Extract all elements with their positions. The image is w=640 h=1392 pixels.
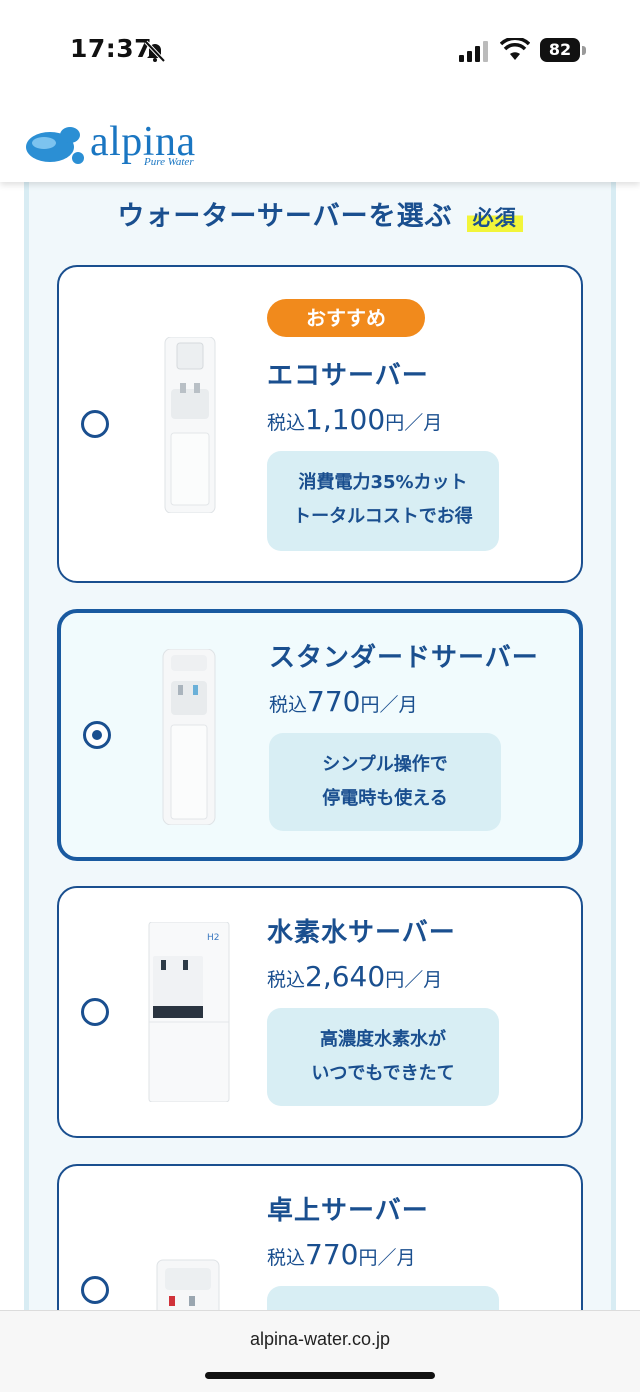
server-price: 税込2,640円／月 <box>267 960 442 993</box>
price-prefix: 税込 <box>267 969 306 991</box>
url-text[interactable]: alpina-water.co.jp <box>0 1329 640 1350</box>
server-price: 税込770円／月 <box>269 685 417 718</box>
feature-box: シンプル操作で 停電時も使える <box>269 733 501 831</box>
price-amount: 2,640 <box>305 960 386 993</box>
radio-selected-dot <box>92 730 102 740</box>
server-option-tabletop[interactable]: 卓上サーバー 税込770円／月 <box>57 1164 583 1312</box>
hydrogen-server-image: H2 <box>148 922 230 1102</box>
bell-off-icon <box>144 40 166 62</box>
feature-line: 停電時も使える <box>322 788 448 809</box>
svg-text:H2: H2 <box>207 933 220 943</box>
feature-box: 消費電力35%カット トータルコストでお得 <box>267 451 499 551</box>
price-suffix: 円／月 <box>358 1247 416 1269</box>
logo-subtitle: Pure Water <box>144 156 194 168</box>
feature-line: トータルコストでお得 <box>293 506 473 527</box>
feature-box <box>267 1286 499 1312</box>
wifi-icon <box>500 38 530 60</box>
signal-icon <box>459 41 488 62</box>
battery-level: 82 <box>548 40 572 59</box>
feature-line: 消費電力35%カット <box>298 472 468 493</box>
server-price: 税込770円／月 <box>267 1238 415 1271</box>
standard-server-image <box>162 649 216 825</box>
feature-line: いつでもできたて <box>311 1063 455 1084</box>
tabletop-server-image <box>156 1259 220 1312</box>
price-suffix: 円／月 <box>385 969 443 991</box>
server-price: 税込1,100円／月 <box>267 403 442 436</box>
eco-server-image <box>164 337 216 513</box>
server-name: 水素水サーバー <box>267 918 456 948</box>
server-name: スタンダードサーバー <box>269 643 539 673</box>
server-selection-panel: ウォーターサーバーを選ぶ 必須 おすすめ エコサーバー 税込1,100円／月 消費… <box>24 182 616 1312</box>
server-option-hydrogen[interactable]: H2 水素水サーバー 税込2,640円／月 高濃度水素水が いつでもできたて <box>57 886 583 1138</box>
price-prefix: 税込 <box>267 1247 306 1269</box>
recommended-badge: おすすめ <box>267 299 425 337</box>
battery-icon: 82 <box>540 38 588 64</box>
status-bar: 17:37 82 <box>0 0 640 100</box>
price-amount: 770 <box>305 1238 359 1271</box>
alpina-logo[interactable]: alpina Pure Water <box>26 116 216 172</box>
section-title: ウォーターサーバーを選ぶ 必須 <box>29 194 611 233</box>
site-header: alpina Pure Water <box>0 100 640 182</box>
price-suffix: 円／月 <box>385 412 443 434</box>
feature-line: 高濃度水素水が <box>320 1029 446 1050</box>
section-title-text: ウォーターサーバーを選ぶ <box>117 201 453 232</box>
server-option-standard[interactable]: スタンダードサーバー 税込770円／月 シンプル操作で 停電時も使える <box>57 609 583 861</box>
price-prefix: 税込 <box>267 412 306 434</box>
water-drop-icon <box>26 127 84 164</box>
price-prefix: 税込 <box>269 694 308 716</box>
feature-box: 高濃度水素水が いつでもできたて <box>267 1008 499 1106</box>
required-badge: 必須 <box>466 202 523 232</box>
feature-line: シンプル操作で <box>322 754 448 775</box>
radio-hydrogen[interactable] <box>81 998 109 1026</box>
radio-eco[interactable] <box>81 410 109 438</box>
radio-standard[interactable] <box>83 721 111 749</box>
home-indicator[interactable] <box>205 1372 435 1379</box>
server-option-eco[interactable]: おすすめ エコサーバー 税込1,100円／月 消費電力35%カット トータルコス… <box>57 265 583 583</box>
price-amount: 1,100 <box>305 403 386 436</box>
price-amount: 770 <box>307 685 361 718</box>
radio-tabletop[interactable] <box>81 1276 109 1304</box>
price-suffix: 円／月 <box>360 694 418 716</box>
server-name: 卓上サーバー <box>267 1196 429 1226</box>
browser-address-bar[interactable]: alpina-water.co.jp <box>0 1310 640 1392</box>
server-name: エコサーバー <box>267 361 429 391</box>
status-time: 17:37 <box>70 34 153 63</box>
